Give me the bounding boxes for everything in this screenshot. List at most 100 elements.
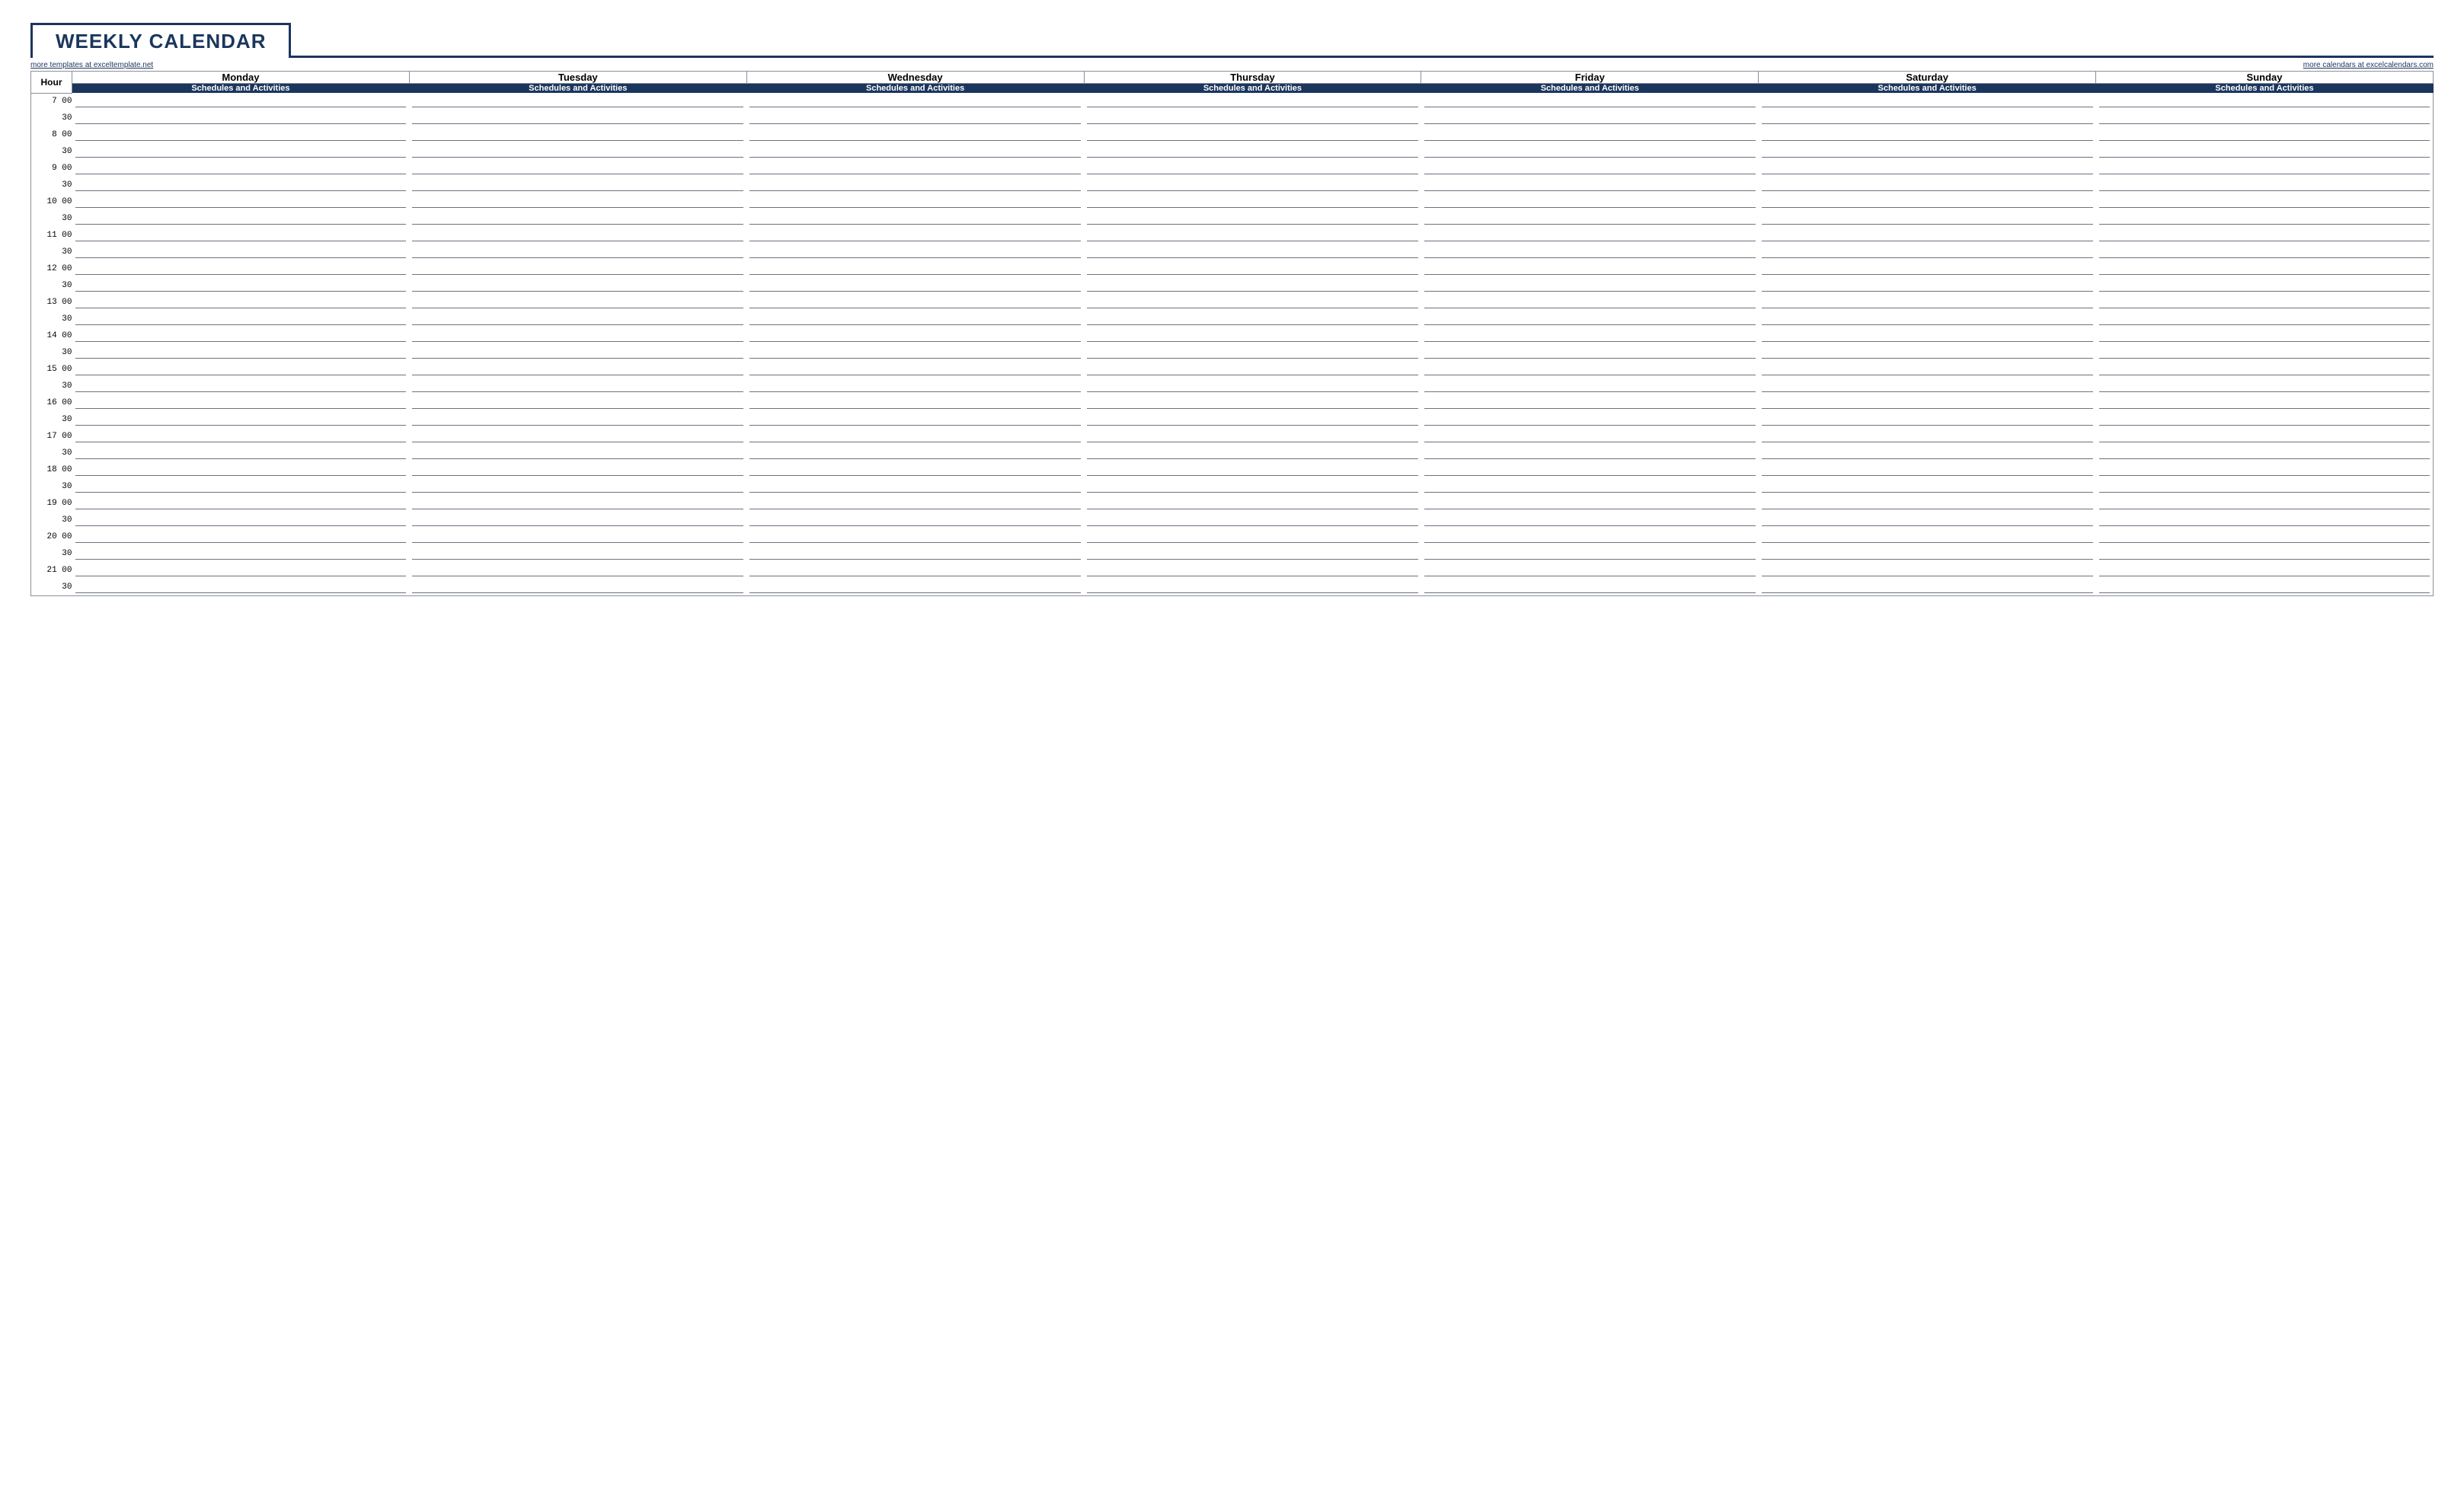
slot-cell[interactable]: [2096, 277, 2434, 294]
slot-cell[interactable]: [1421, 210, 1759, 227]
slot-cell[interactable]: [1759, 445, 2096, 461]
slot-cell[interactable]: [746, 244, 1084, 260]
slot-cell[interactable]: [72, 344, 410, 361]
slot-cell[interactable]: [1084, 311, 1421, 327]
slot-cell[interactable]: [1421, 126, 1759, 143]
slot-cell[interactable]: [1759, 227, 2096, 244]
slot-cell[interactable]: [409, 445, 746, 461]
slot-cell[interactable]: [2096, 344, 2434, 361]
slot-cell[interactable]: [72, 545, 410, 562]
slot-cell[interactable]: [409, 311, 746, 327]
slot-cell[interactable]: [409, 294, 746, 311]
slot-cell[interactable]: [1759, 193, 2096, 210]
slot-cell[interactable]: [746, 160, 1084, 177]
slot-cell[interactable]: [409, 327, 746, 344]
slot-cell[interactable]: [409, 126, 746, 143]
slot-cell[interactable]: [1084, 344, 1421, 361]
slot-cell[interactable]: [1084, 445, 1421, 461]
slot-cell[interactable]: [1421, 411, 1759, 428]
slot-cell[interactable]: [1759, 143, 2096, 160]
slot-cell[interactable]: [1421, 244, 1759, 260]
slot-cell[interactable]: [746, 461, 1084, 478]
slot-cell[interactable]: [1084, 244, 1421, 260]
slot-cell[interactable]: [1421, 277, 1759, 294]
slot-cell[interactable]: [1084, 411, 1421, 428]
slot-cell[interactable]: [409, 110, 746, 126]
slot-cell[interactable]: [72, 528, 410, 545]
slot-cell[interactable]: [1084, 126, 1421, 143]
slot-cell[interactable]: [72, 294, 410, 311]
slot-cell[interactable]: [72, 193, 410, 210]
slot-cell[interactable]: [72, 394, 410, 411]
slot-cell[interactable]: [1759, 177, 2096, 193]
slot-cell[interactable]: [1759, 394, 2096, 411]
slot-cell[interactable]: [1759, 311, 2096, 327]
slot-cell[interactable]: [409, 428, 746, 445]
slot-cell[interactable]: [746, 277, 1084, 294]
slot-cell[interactable]: [1759, 495, 2096, 512]
slot-cell[interactable]: [1759, 277, 2096, 294]
slot-cell[interactable]: [72, 478, 410, 495]
slot-cell[interactable]: [1759, 93, 2096, 110]
slot-cell[interactable]: [1421, 260, 1759, 277]
slot-cell[interactable]: [1421, 545, 1759, 562]
slot-cell[interactable]: [1084, 528, 1421, 545]
slot-cell[interactable]: [409, 545, 746, 562]
slot-cell[interactable]: [72, 428, 410, 445]
slot-cell[interactable]: [1084, 277, 1421, 294]
slot-cell[interactable]: [72, 562, 410, 579]
slot-cell[interactable]: [72, 445, 410, 461]
slot-cell[interactable]: [409, 461, 746, 478]
slot-cell[interactable]: [2096, 545, 2434, 562]
slot-cell[interactable]: [2096, 311, 2434, 327]
slot-cell[interactable]: [746, 177, 1084, 193]
slot-cell[interactable]: [1759, 512, 2096, 528]
slot-cell[interactable]: [1421, 394, 1759, 411]
slot-cell[interactable]: [1759, 361, 2096, 378]
slot-cell[interactable]: [409, 579, 746, 595]
slot-cell[interactable]: [1084, 545, 1421, 562]
slot-cell[interactable]: [1421, 445, 1759, 461]
slot-cell[interactable]: [409, 177, 746, 193]
slot-cell[interactable]: [2096, 428, 2434, 445]
slot-cell[interactable]: [2096, 193, 2434, 210]
slot-cell[interactable]: [2096, 110, 2434, 126]
slot-cell[interactable]: [2096, 260, 2434, 277]
slot-cell[interactable]: [2096, 478, 2434, 495]
slot-cell[interactable]: [1759, 411, 2096, 428]
slot-cell[interactable]: [1084, 579, 1421, 595]
slot-cell[interactable]: [72, 110, 410, 126]
slot-cell[interactable]: [1421, 478, 1759, 495]
slot-cell[interactable]: [2096, 244, 2434, 260]
slot-cell[interactable]: [1759, 160, 2096, 177]
slot-cell[interactable]: [1759, 260, 2096, 277]
slot-cell[interactable]: [409, 528, 746, 545]
slot-cell[interactable]: [1084, 361, 1421, 378]
slot-cell[interactable]: [2096, 143, 2434, 160]
slot-cell[interactable]: [409, 344, 746, 361]
slot-cell[interactable]: [409, 260, 746, 277]
slot-cell[interactable]: [409, 244, 746, 260]
slot-cell[interactable]: [1084, 378, 1421, 394]
slot-cell[interactable]: [1421, 361, 1759, 378]
slot-cell[interactable]: [1084, 294, 1421, 311]
slot-cell[interactable]: [746, 495, 1084, 512]
slot-cell[interactable]: [1084, 210, 1421, 227]
slot-cell[interactable]: [746, 93, 1084, 110]
slot-cell[interactable]: [1759, 478, 2096, 495]
slot-cell[interactable]: [746, 378, 1084, 394]
slot-cell[interactable]: [72, 93, 410, 110]
slot-cell[interactable]: [72, 327, 410, 344]
slot-cell[interactable]: [1084, 227, 1421, 244]
slot-cell[interactable]: [1759, 562, 2096, 579]
slot-cell[interactable]: [2096, 361, 2434, 378]
slot-cell[interactable]: [409, 160, 746, 177]
slot-cell[interactable]: [1759, 378, 2096, 394]
slot-cell[interactable]: [746, 394, 1084, 411]
slot-cell[interactable]: [1084, 160, 1421, 177]
slot-cell[interactable]: [1759, 327, 2096, 344]
slot-cell[interactable]: [72, 210, 410, 227]
slot-cell[interactable]: [2096, 378, 2434, 394]
slot-cell[interactable]: [746, 227, 1084, 244]
slot-cell[interactable]: [1084, 394, 1421, 411]
